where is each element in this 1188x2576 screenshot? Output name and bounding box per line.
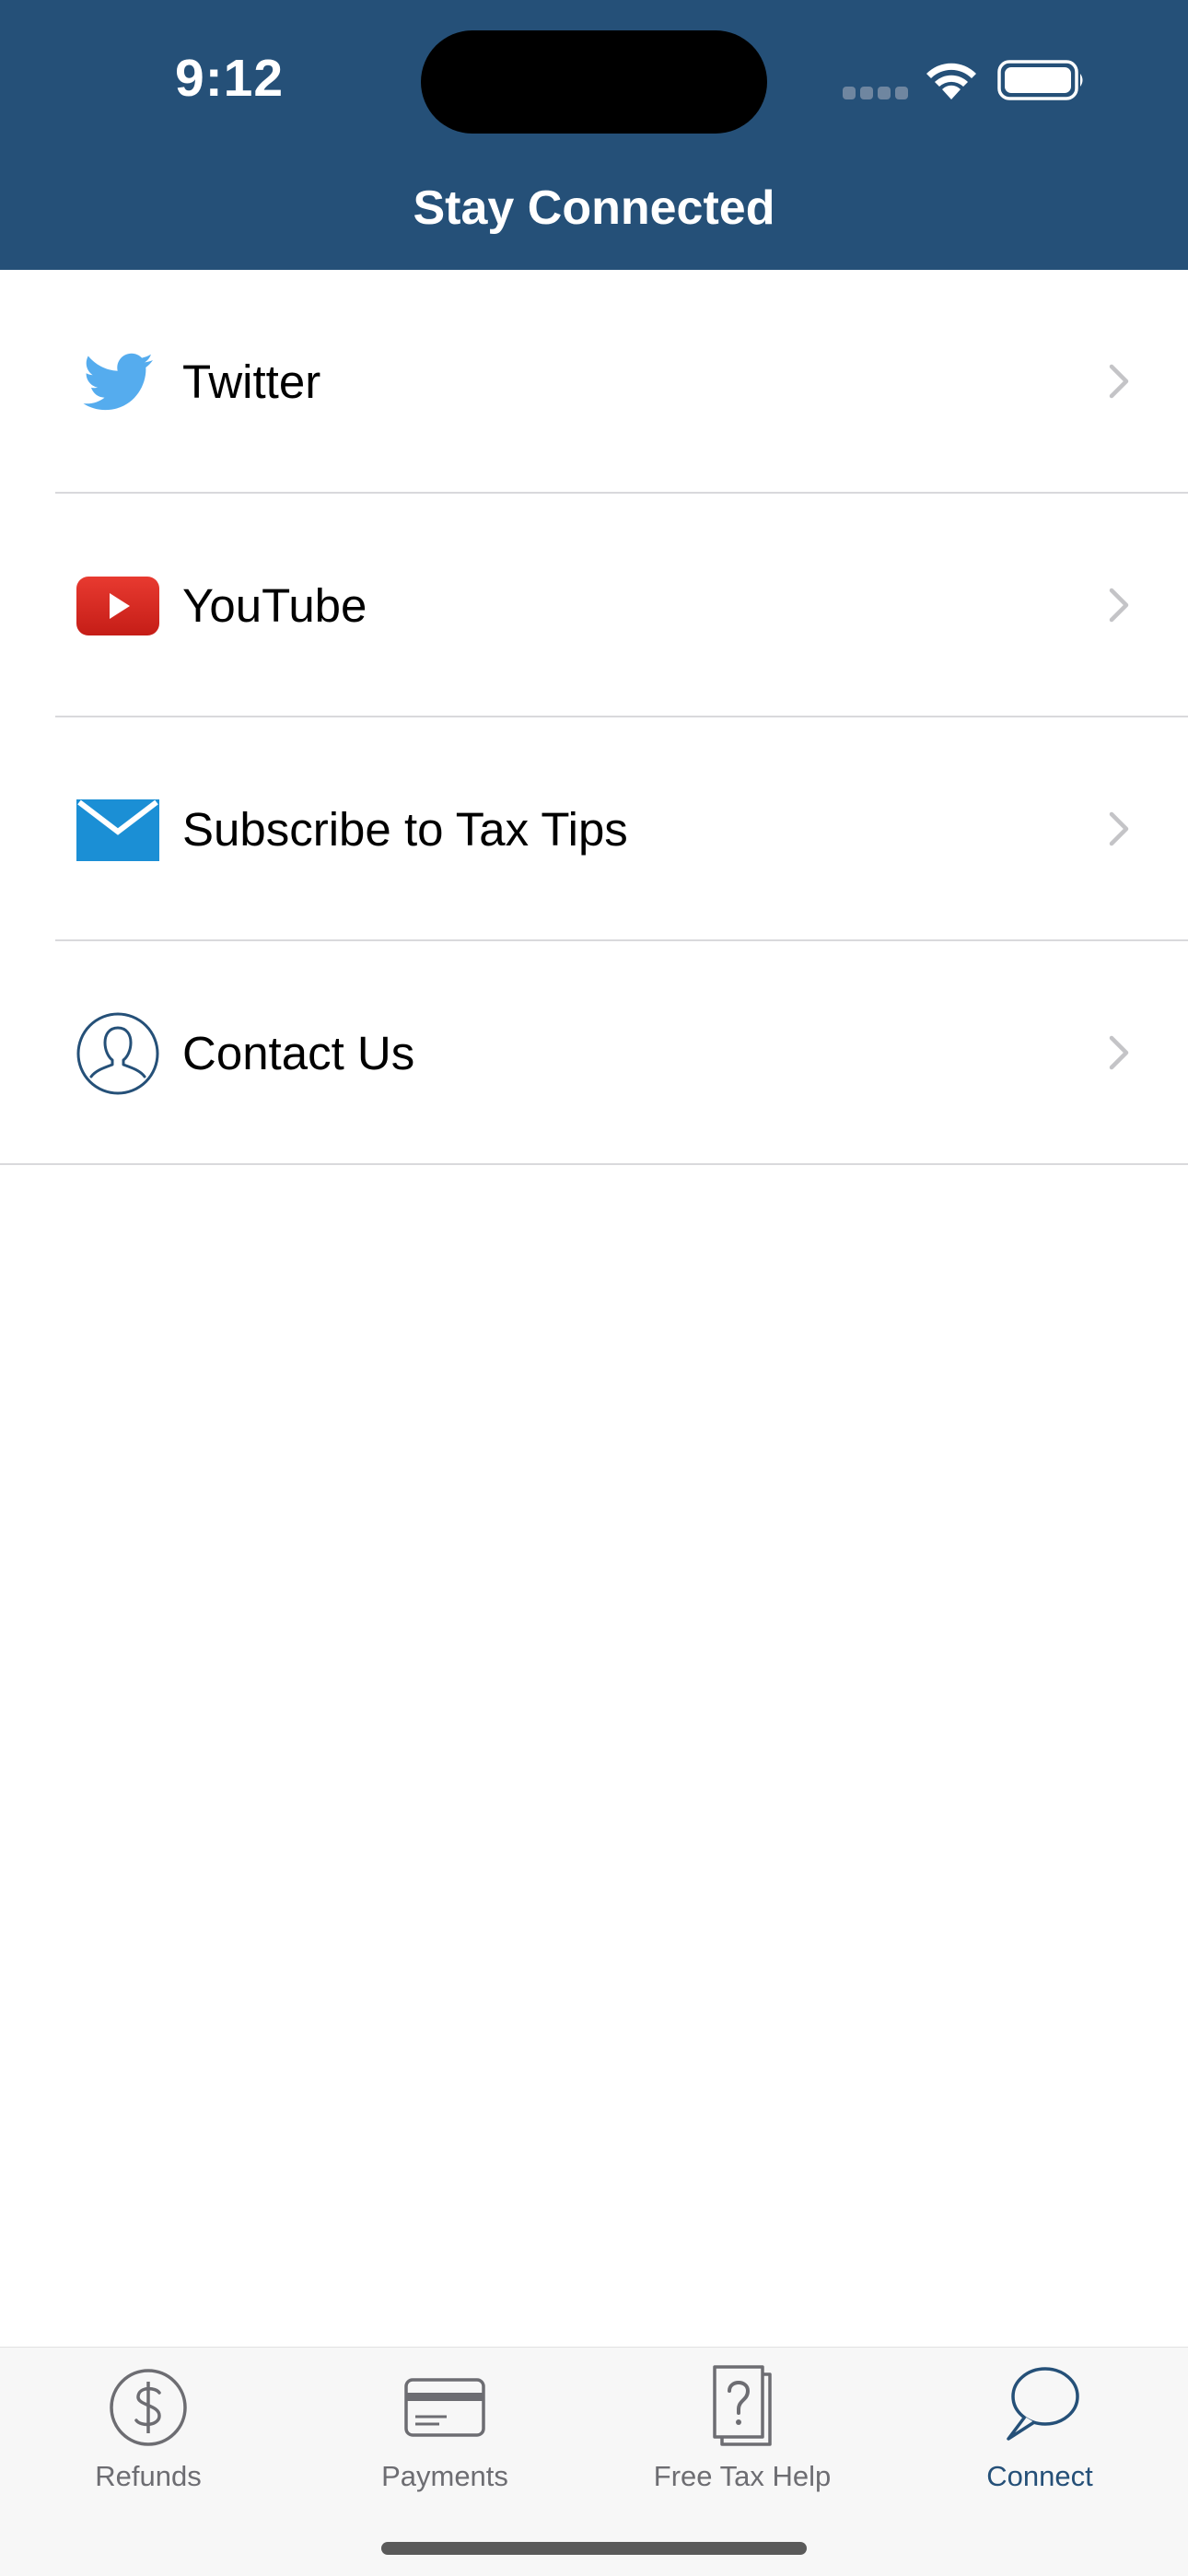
- list-item-twitter[interactable]: Twitter: [0, 270, 1188, 494]
- chevron-right-icon: [1109, 588, 1129, 623]
- cellular-signal-icon: [843, 87, 909, 99]
- tab-payments[interactable]: Payments: [297, 2348, 593, 2532]
- list-item-label: Subscribe to Tax Tips: [182, 803, 628, 856]
- dollar-circle-icon: [110, 2369, 187, 2446]
- navigation-header: 9:12 Stay Connected: [0, 0, 1188, 270]
- youtube-play-icon: [76, 577, 159, 635]
- list-item-label: Twitter: [182, 356, 321, 408]
- dynamic-island: [421, 30, 767, 134]
- tab-label: Free Tax Help: [653, 2460, 832, 2492]
- tab-refunds[interactable]: Refunds: [0, 2348, 297, 2532]
- list-item-youtube[interactable]: YouTube: [0, 494, 1188, 717]
- question-document-icon: [713, 2365, 772, 2446]
- status-time: 9:12: [175, 49, 285, 108]
- tab-label: Connect: [986, 2460, 1093, 2492]
- list-item-label: YouTube: [182, 579, 367, 632]
- tab-label: Payments: [381, 2460, 508, 2492]
- person-outline-icon: [76, 1012, 159, 1095]
- tab-connect[interactable]: Connect: [891, 2348, 1188, 2532]
- list-divider: [0, 1163, 1188, 1165]
- credit-card-icon: [404, 2378, 485, 2437]
- tab-label: Refunds: [95, 2460, 202, 2492]
- list-item-label: Contact Us: [182, 1027, 415, 1079]
- list-item-subscribe-tax-tips[interactable]: Subscribe to Tax Tips: [0, 717, 1188, 941]
- page-title: Stay Connected: [413, 181, 775, 235]
- chevron-right-icon: [1109, 364, 1129, 399]
- chevron-right-icon: [1109, 811, 1129, 846]
- wifi-icon: [926, 63, 976, 99]
- home-indicator[interactable]: [381, 2542, 807, 2555]
- tab-free-tax-help[interactable]: Free Tax Help: [594, 2348, 891, 2532]
- list-item-contact-us[interactable]: Contact Us: [0, 941, 1188, 1165]
- speech-bubble-icon: [1007, 2367, 1079, 2441]
- connect-list: Twitter YouTube Subscribe to Tax Tips Co…: [0, 270, 1188, 1165]
- envelope-icon: [76, 799, 159, 861]
- chevron-right-icon: [1109, 1035, 1129, 1070]
- twitter-bird-icon: [83, 353, 153, 411]
- battery-icon: [997, 60, 1083, 100]
